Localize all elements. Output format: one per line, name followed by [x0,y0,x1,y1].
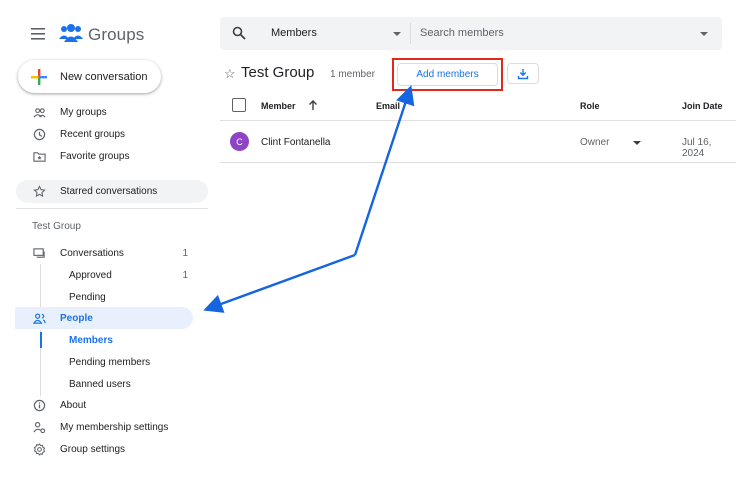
hamburger-menu-icon[interactable] [30,27,46,41]
nav-members-label: Members [69,334,113,346]
info-icon [32,398,46,412]
star-icon [32,184,46,198]
download-button[interactable] [507,63,539,84]
nav-group-settings[interactable]: Group settings [16,438,208,460]
group-icon [32,105,46,119]
member-name[interactable]: Clint Fontanella [261,137,330,148]
nav-recent-groups-label: Recent groups [60,128,126,140]
nav-my-groups[interactable]: My groups [16,101,208,123]
plus-icon [31,68,47,85]
annotation-arrow-to-add-members [353,85,415,256]
table-row-divider [220,162,736,163]
nav-recent-groups[interactable]: Recent groups [16,123,208,145]
person-settings-icon [32,420,46,434]
search-bar[interactable]: Members Search members [220,17,722,50]
clock-icon [32,127,46,141]
nav-divider [16,208,208,209]
app-title[interactable]: Groups [88,25,144,45]
scope-dropdown-icon[interactable] [393,32,401,36]
nav-group-settings-label: Group settings [60,443,126,455]
folder-star-icon [32,149,46,163]
nav-starred-conversations[interactable]: Starred conversations [16,180,208,202]
download-icon [517,68,529,79]
column-role-header[interactable]: Role [580,101,600,111]
select-all-checkbox[interactable] [232,98,246,112]
people-icon [32,311,46,325]
nav-membership-settings-label: My membership settings [60,421,169,433]
groups-logo-icon [59,24,83,42]
table-header-divider [220,120,736,121]
member-join-date: Jul 16, 2024 [682,137,712,159]
nav-about-label: About [60,399,87,411]
nav-people[interactable]: People [16,307,208,329]
new-conversation-button[interactable]: New conversation [18,60,161,93]
column-member-header[interactable]: Member [261,101,296,111]
conversations-count: 1 [182,247,188,259]
nav-pending-members-label: Pending members [69,356,151,368]
role-dropdown-icon[interactable] [633,141,641,145]
nav-conversations-label: Conversations [60,247,124,259]
nav-approved[interactable]: Approved 1 [40,264,192,286]
nav-conversations[interactable]: Conversations 1 [16,242,208,264]
add-members-button[interactable]: Add members [397,63,498,86]
nav-banned-users-label: Banned users [69,378,131,390]
nav-favorite-groups[interactable]: Favorite groups [16,145,208,167]
nav-pending-label: Pending [69,291,106,303]
new-conversation-label: New conversation [60,70,148,83]
nav-members[interactable]: Members [40,329,192,351]
nav-about[interactable]: About [16,394,208,416]
avatar: C [230,132,249,151]
favorite-star-icon[interactable]: ☆ [224,66,236,82]
search-input[interactable]: Search members [420,27,504,39]
nav-people-label: People [60,312,93,324]
nav-pending-members[interactable]: Pending members [40,351,192,373]
search-icon[interactable] [232,26,246,40]
nav-pending[interactable]: Pending [40,286,192,308]
search-options-dropdown-icon[interactable] [700,32,708,36]
member-count: 1 member [330,69,376,80]
annotation-arrow-to-people [203,253,356,313]
nav-membership-settings[interactable]: My membership settings [16,416,208,438]
search-divider [410,23,411,44]
member-role-select[interactable]: Owner [580,137,609,148]
column-email-header[interactable]: Email [376,101,400,111]
search-scope-select[interactable]: Members [271,27,317,39]
group-section-title: Test Group [32,221,81,232]
nav-banned-users[interactable]: Banned users [40,373,192,395]
nav-my-groups-label: My groups [60,106,107,118]
sort-ascending-icon[interactable] [307,99,319,111]
gear-icon [32,442,46,456]
nav-favorite-groups-label: Favorite groups [60,150,130,162]
column-join-date-header[interactable]: Join Date [682,101,723,111]
nav-starred-label: Starred conversations [60,185,158,197]
approved-count: 1 [182,269,188,281]
group-title: Test Group [241,64,315,81]
nav-approved-label: Approved [69,269,112,281]
conversations-icon [32,246,46,260]
